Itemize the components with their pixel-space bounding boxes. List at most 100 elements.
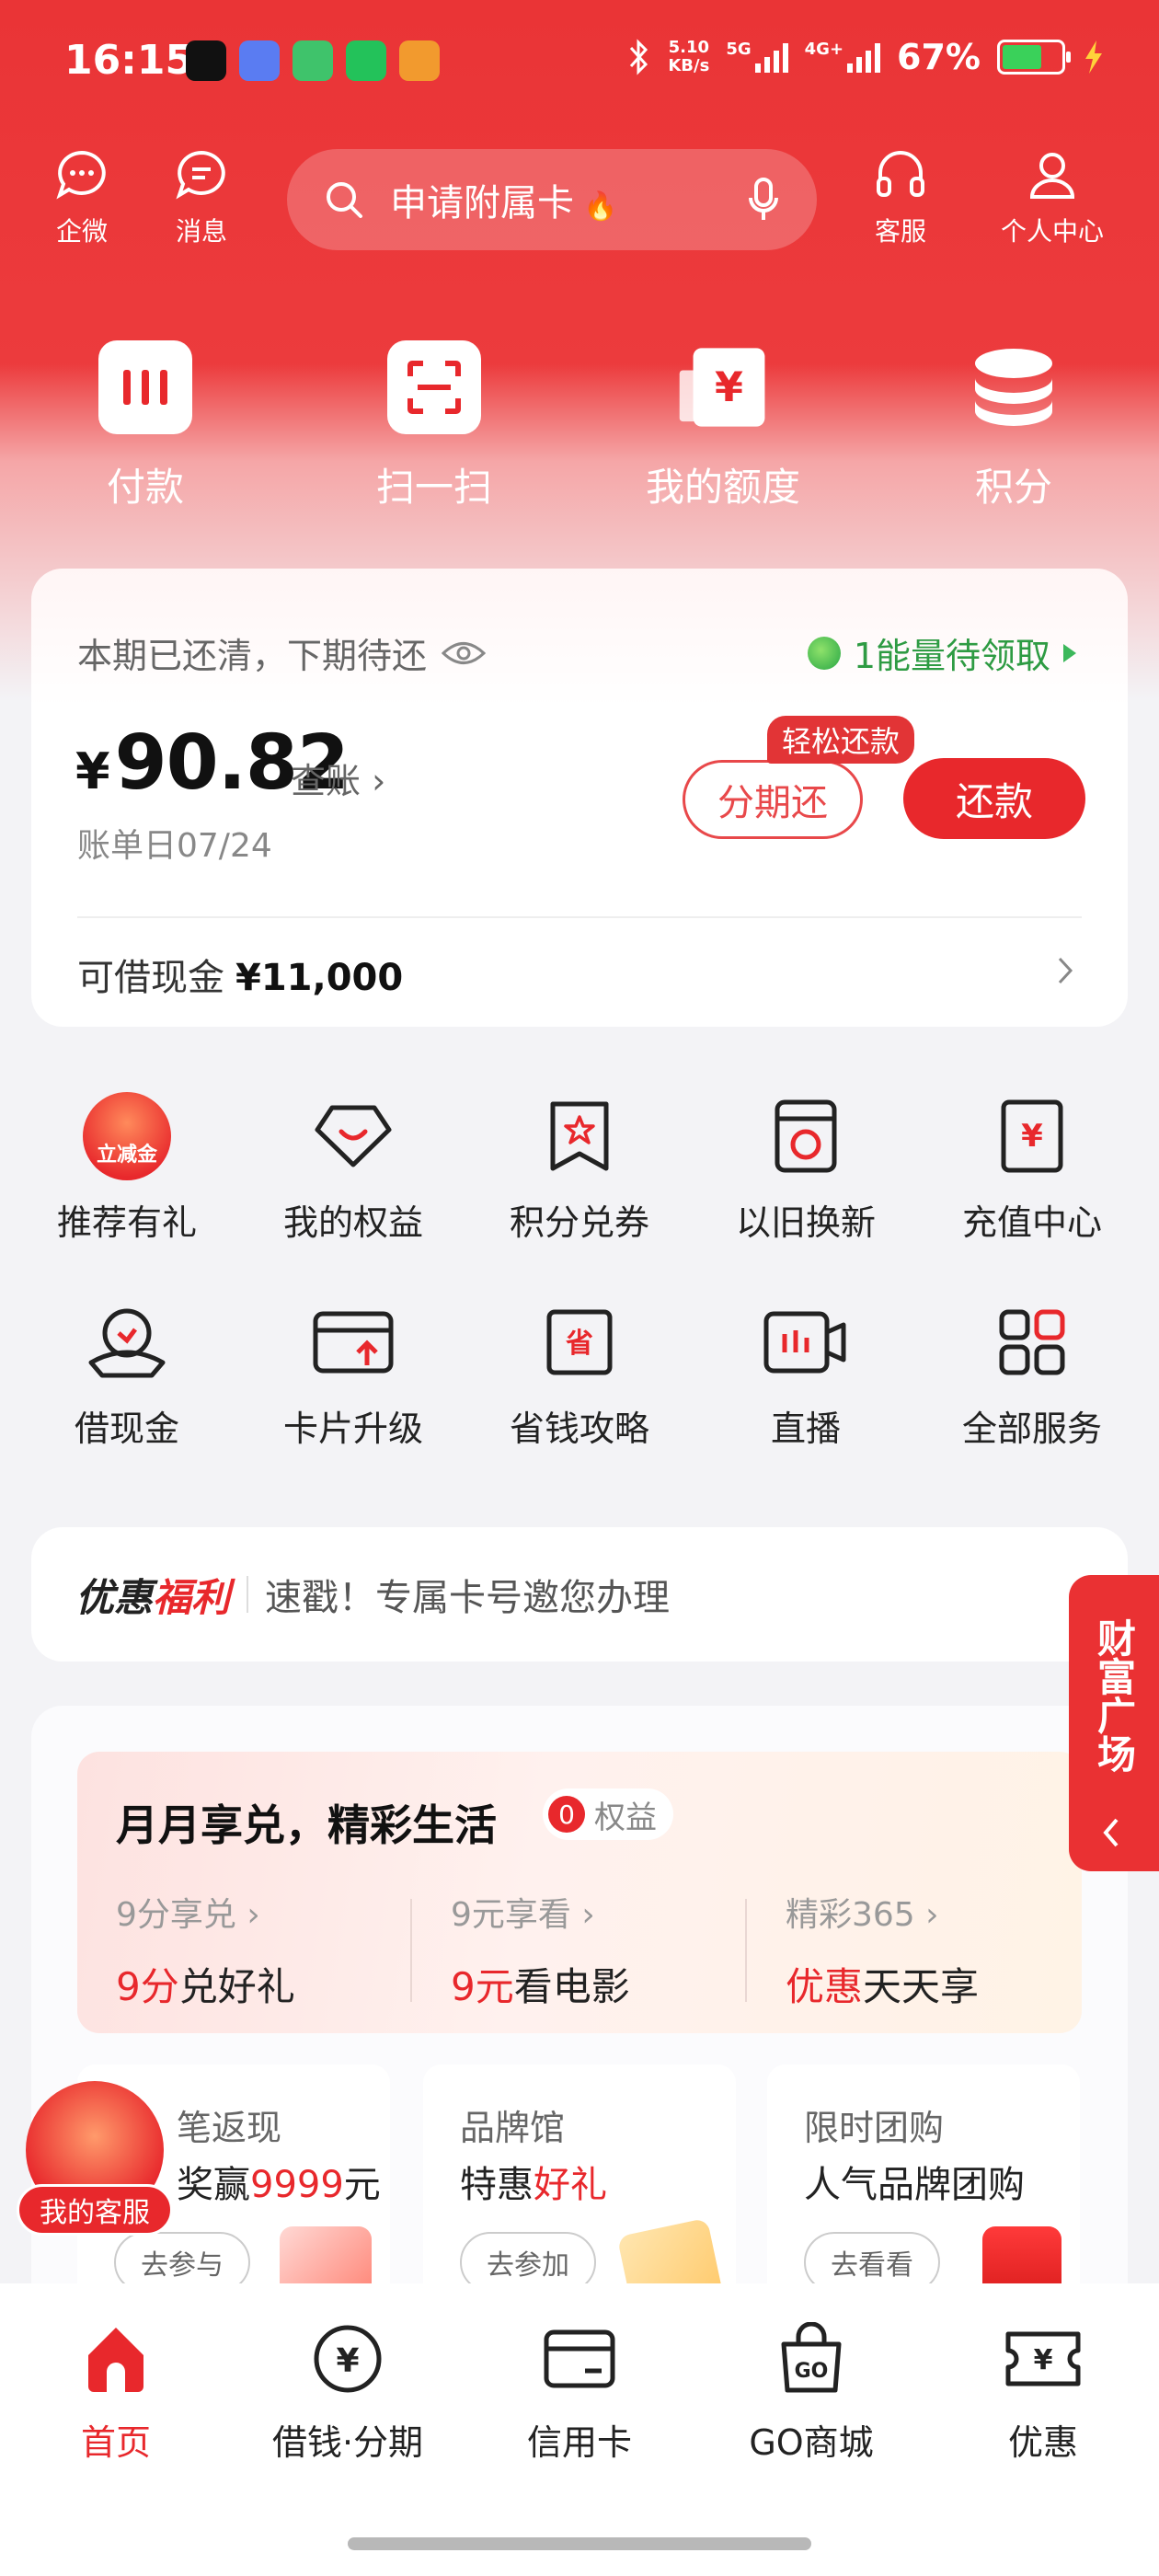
easy-repay-badge: 轻松还款 xyxy=(767,716,915,764)
profile-label: 个人中心 xyxy=(1000,216,1104,247)
bill-date: 账单日07/24 xyxy=(77,827,272,865)
ticket-icon: ¥ xyxy=(951,2318,1135,2399)
monthly-col-2[interactable]: 9元享看 › 9元看电影 xyxy=(451,1888,754,2012)
message-icon xyxy=(176,150,225,200)
service-live[interactable]: 直播 xyxy=(705,1301,907,1451)
promo-brand-1: 优惠 xyxy=(75,1574,154,1620)
hot-icon: 🔥 xyxy=(583,190,618,223)
support-label: 客服 xyxy=(874,216,926,247)
service-save-money[interactable]: 省 省钱攻略 xyxy=(478,1301,681,1451)
bottom-nav: 首页 ¥ 借钱·分期 信用卡 GO GO商城 ¥ 优惠 xyxy=(0,2283,1159,2576)
energy-link[interactable]: 1能量待领取 xyxy=(807,627,1076,678)
promo-banner[interactable]: 优惠 福利 速戳！专属卡号邀您办理 xyxy=(31,1527,1128,1662)
service-borrow-cash[interactable]: 借现金 xyxy=(26,1301,228,1451)
play-arrow-icon xyxy=(1063,643,1076,662)
net-type-2: 4G+ xyxy=(804,40,844,59)
installment-button[interactable]: 分期还 xyxy=(683,760,863,839)
cash-row[interactable]: 可借现金 ¥11,000 xyxy=(77,948,403,1001)
user-icon xyxy=(1029,153,1075,199)
service-card-upgrade[interactable]: 卡片升级 xyxy=(252,1301,454,1451)
heart-diamond-icon xyxy=(252,1095,454,1178)
home-icon xyxy=(24,2318,208,2399)
service-benefits[interactable]: 我的权益 xyxy=(252,1095,454,1245)
energy-icon xyxy=(807,636,841,670)
service-all[interactable]: 全部服务 xyxy=(931,1301,1133,1451)
net-speed-value: 5.10 xyxy=(668,38,710,57)
pay-label: 付款 xyxy=(106,465,184,510)
card-upgrade-icon xyxy=(252,1301,454,1384)
divider xyxy=(77,916,1082,918)
mic-icon[interactable] xyxy=(747,178,780,222)
svg-text:省: 省 xyxy=(566,1328,593,1360)
search-placeholder: 申请附属卡 🔥 xyxy=(390,182,618,224)
mini-subtitle: 人气品牌团购 xyxy=(804,2164,1025,2206)
tab-loan[interactable]: ¥ 借钱·分期 xyxy=(256,2318,440,2465)
view-bill-link[interactable]: 查账 › xyxy=(291,753,385,803)
chat-icon xyxy=(293,40,333,81)
signal-icon xyxy=(754,41,788,73)
search-icon xyxy=(327,182,362,218)
divider xyxy=(410,1899,412,2002)
monthly-title: 月月享兑，精彩生活 xyxy=(116,1800,497,1850)
hand-coin-icon xyxy=(26,1301,228,1384)
save-money-icon: 省 xyxy=(478,1301,681,1384)
service-points-coupon[interactable]: 积分兑券 xyxy=(478,1095,681,1245)
service-recommend[interactable]: 立减金 推荐有礼 xyxy=(26,1092,228,1245)
chat-bubble-icon xyxy=(56,150,106,200)
profile-button[interactable]: 个人中心 xyxy=(997,147,1107,248)
wecom-label: 企微 xyxy=(55,216,108,247)
service-topup[interactable]: ¥ 充值中心 xyxy=(931,1095,1133,1245)
divider xyxy=(247,1576,249,1613)
messages-label: 消息 xyxy=(175,216,227,247)
monthly-col-1[interactable]: 9分享兑 › 9分兑好礼 xyxy=(116,1888,419,2012)
washer-icon xyxy=(705,1095,907,1178)
wechat-icon xyxy=(346,40,386,81)
tab-go-mall[interactable]: GO GO商城 xyxy=(719,2318,903,2465)
messages-button[interactable]: 消息 xyxy=(151,147,252,248)
monthly-col-3[interactable]: 精彩365 › 优惠天天享 xyxy=(786,1888,1089,2012)
svg-text:¥: ¥ xyxy=(1034,2344,1053,2376)
support-button[interactable]: 客服 xyxy=(850,147,951,248)
search-bar[interactable]: 申请附属卡 🔥 xyxy=(287,149,817,250)
svg-text:GO: GO xyxy=(795,2360,829,2383)
coins-stack-icon xyxy=(967,340,1061,434)
signal-icon-2 xyxy=(847,41,881,73)
browser-icon xyxy=(239,40,280,81)
scan-label: 扫一扫 xyxy=(375,465,492,510)
points-label: 积分 xyxy=(974,465,1052,510)
monthly-benefits[interactable]: 月月享兑，精彩生活 0 权益 9分享兑 › 9分兑好礼 9元享看 › 9元看电影 … xyxy=(77,1752,1082,2033)
home-indicator[interactable] xyxy=(348,2537,811,2550)
charging-icon xyxy=(1085,40,1102,74)
tab-home[interactable]: 首页 xyxy=(24,2318,208,2465)
bill-state: 本期已还清，下期待还 xyxy=(77,627,487,678)
eye-icon[interactable] xyxy=(442,639,487,667)
repay-button[interactable]: 还款 xyxy=(903,758,1085,839)
pay-button[interactable]: 付款 xyxy=(53,340,237,512)
gift-coin-icon: 立减金 xyxy=(26,1092,228,1180)
credit-limit-button[interactable]: ¥ 我的额度 xyxy=(631,340,815,512)
bluetooth-icon xyxy=(630,39,648,75)
svg-text:¥: ¥ xyxy=(336,2342,359,2380)
mini-title: 笔返现 xyxy=(177,2108,282,2148)
mini-title: 品牌馆 xyxy=(460,2108,566,2148)
divider xyxy=(745,1899,747,2002)
mini-title: 限时团购 xyxy=(804,2108,945,2148)
headset-icon xyxy=(877,151,924,197)
yuan-card-icon: ¥ xyxy=(931,1095,1133,1178)
wecom-button[interactable]: 企微 xyxy=(31,147,132,248)
yuan-circle-icon: ¥ xyxy=(256,2318,440,2399)
net-speed-unit: KB/s xyxy=(668,56,710,75)
tab-credit-card[interactable]: 信用卡 xyxy=(488,2318,671,2465)
promo-text: 速戳！专属卡号邀您办理 xyxy=(265,1577,671,1619)
grid-icon xyxy=(931,1301,1133,1384)
floating-support[interactable]: 我的客服 xyxy=(17,2081,173,2237)
mini-subtitle: 奖赢9999元 xyxy=(177,2164,381,2206)
tab-offers[interactable]: ¥ 优惠 xyxy=(951,2318,1135,2465)
floating-support-label: 我的客服 xyxy=(17,2184,173,2236)
wealth-plaza-label: 财富广场 xyxy=(1091,1618,1137,1773)
service-trade-in[interactable]: 以旧换新 xyxy=(705,1095,907,1245)
wealth-plaza-tab[interactable]: 财富广场 xyxy=(1069,1575,1159,1871)
scan-button[interactable]: 扫一扫 xyxy=(342,340,526,512)
chevron-right-icon xyxy=(1058,957,1073,984)
points-button[interactable]: 积分 xyxy=(922,340,1106,512)
